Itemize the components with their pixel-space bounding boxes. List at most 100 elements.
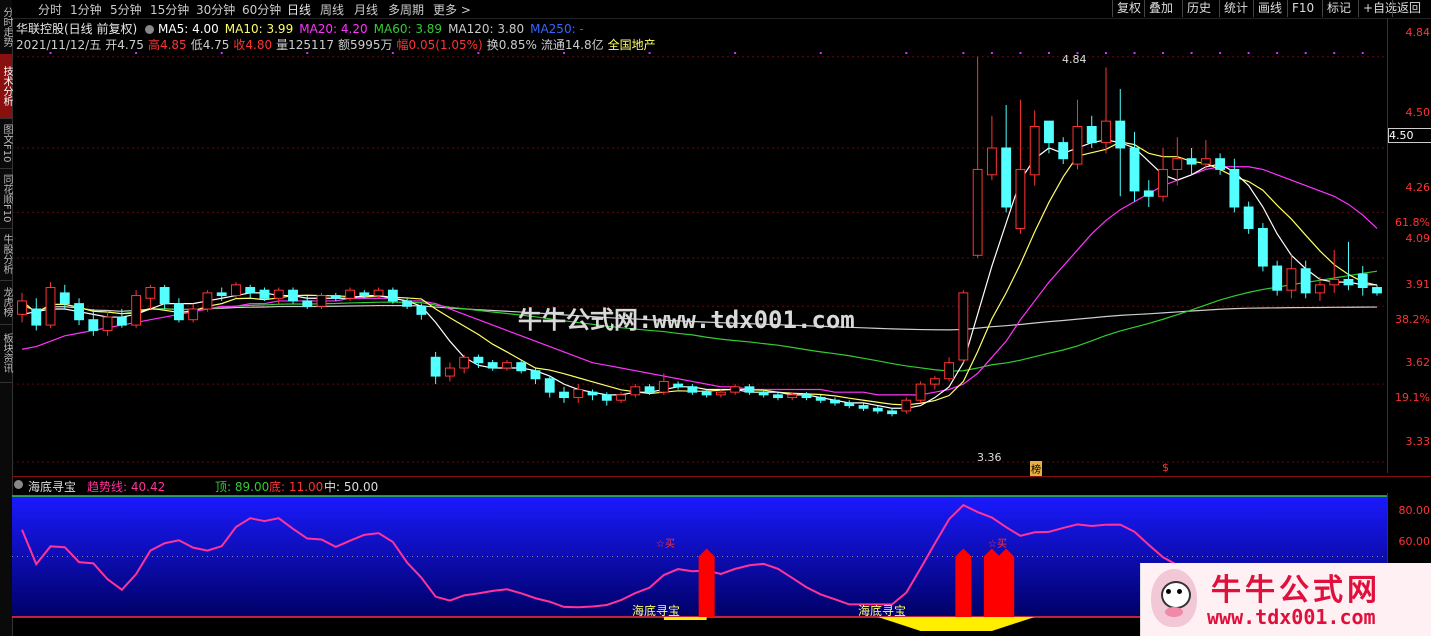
candle-body[interactable] [1101, 120, 1111, 144]
candle-body[interactable] [1001, 147, 1012, 208]
candle-body[interactable] [687, 386, 698, 393]
candle-body[interactable] [901, 399, 912, 412]
candle-body[interactable] [487, 362, 498, 369]
left-tab-6[interactable]: 板块资讯 [0, 324, 12, 383]
left-tab-4[interactable]: 牛股分析 [0, 228, 12, 281]
candle-body[interactable] [345, 289, 355, 299]
period-tab-0[interactable]: 分时 [38, 1, 62, 18]
candle-body[interactable] [587, 391, 598, 396]
candle-body[interactable] [416, 305, 427, 315]
period-tab-6[interactable]: 日线 [287, 1, 311, 18]
toolbar-button-0[interactable]: 复权 [1112, 0, 1145, 17]
candle-body[interactable] [715, 391, 726, 396]
candle-body[interactable] [1143, 190, 1154, 197]
candle-body[interactable] [330, 295, 341, 299]
candle-body[interactable] [145, 287, 156, 299]
candle-body[interactable] [872, 407, 883, 412]
candle-body[interactable] [202, 292, 213, 310]
candle-body[interactable] [31, 308, 42, 326]
candle-body[interactable] [1172, 158, 1183, 170]
candle-body[interactable] [1272, 265, 1283, 291]
candle-body[interactable] [459, 356, 470, 369]
candle-body[interactable] [387, 289, 398, 302]
candle-body[interactable] [273, 289, 284, 299]
toolbar-button-5[interactable]: F10 [1287, 0, 1318, 17]
candle-body[interactable] [1372, 287, 1382, 294]
candle-body[interactable] [815, 397, 826, 401]
candle-body[interactable] [116, 316, 127, 326]
candle-body[interactable] [858, 405, 869, 409]
candle-body[interactable] [231, 284, 241, 297]
candle-body[interactable] [758, 391, 769, 396]
candle-body[interactable] [159, 287, 170, 305]
candle-body[interactable] [1257, 227, 1268, 267]
candle-body[interactable] [844, 402, 855, 407]
period-tab-1[interactable]: 1分钟 [70, 1, 102, 18]
candle-body[interactable] [1086, 126, 1097, 144]
candle-body[interactable] [1072, 126, 1083, 165]
candle-body[interactable] [173, 303, 184, 321]
candle-body[interactable] [701, 391, 712, 396]
candle-body[interactable] [502, 362, 512, 369]
left-tab-5[interactable]: 龙虎榜 [0, 280, 12, 325]
candle-body[interactable] [288, 289, 298, 302]
candle-body[interactable] [1029, 126, 1040, 176]
toolbar-button-6[interactable]: 标记 [1322, 0, 1355, 17]
candle-body[interactable] [1229, 168, 1240, 208]
candle-body[interactable] [17, 300, 27, 315]
candle-body[interactable] [1243, 206, 1254, 229]
indicator-menu-icon[interactable] [14, 480, 23, 489]
candle-body[interactable] [887, 410, 897, 415]
left-tab-0[interactable]: 分时走势 [0, 0, 12, 55]
candlestick-chart[interactable] [12, 18, 1387, 473]
period-tab-8[interactable]: 月线 [354, 1, 378, 18]
candle-body[interactable] [1015, 168, 1026, 229]
candle-body[interactable] [1115, 120, 1126, 149]
candle-body[interactable] [801, 394, 812, 399]
candle-body[interactable] [102, 316, 113, 331]
candle-body[interactable] [302, 300, 313, 307]
period-tab-4[interactable]: 30分钟 [196, 1, 235, 18]
candle-body[interactable] [1215, 158, 1226, 170]
candle-body[interactable] [744, 386, 755, 393]
candle-body[interactable] [59, 292, 70, 305]
candle-body[interactable] [1329, 278, 1340, 286]
candle-body[interactable] [1200, 158, 1211, 165]
candle-body[interactable] [516, 362, 527, 372]
candle-body[interactable] [530, 370, 541, 380]
candle-body[interactable] [1286, 268, 1297, 291]
dollar-badge[interactable]: $ [1162, 461, 1169, 474]
candle-body[interactable] [915, 383, 926, 401]
candle-body[interactable] [359, 292, 370, 297]
candle-body[interactable] [1300, 268, 1311, 294]
toolbar-button-1[interactable]: 叠加 [1144, 0, 1177, 17]
candle-body[interactable] [444, 367, 455, 377]
candle-body[interactable] [601, 394, 612, 401]
candle-body[interactable] [773, 394, 783, 399]
toolbar-button-2[interactable]: 历史 [1182, 0, 1215, 17]
toolbar-button-4[interactable]: 画线 [1253, 0, 1286, 17]
candle-body[interactable] [958, 292, 969, 361]
candle-body[interactable] [573, 388, 584, 399]
candle-body[interactable] [658, 380, 669, 393]
candle-body[interactable] [787, 394, 798, 399]
candle-body[interactable] [216, 292, 227, 297]
left-tab-2[interactable]: 图文F10 [0, 118, 12, 169]
candle-body[interactable] [74, 303, 84, 321]
candle-body[interactable] [1315, 284, 1325, 294]
candle-body[interactable] [430, 356, 441, 377]
candle-body[interactable] [1129, 147, 1140, 192]
candle-body[interactable] [188, 308, 199, 321]
candle-body[interactable] [1044, 120, 1054, 144]
candle-body[interactable] [544, 378, 555, 393]
candle-body[interactable] [730, 386, 741, 393]
period-tab-3[interactable]: 15分钟 [150, 1, 189, 18]
candle-body[interactable] [45, 287, 56, 326]
candle-body[interactable] [1186, 158, 1197, 165]
period-tab-7[interactable]: 周线 [320, 1, 344, 18]
toolbar-button-3[interactable]: 统计 [1219, 0, 1252, 17]
candle-body[interactable] [88, 319, 99, 331]
candle-body[interactable] [259, 289, 270, 299]
candle-body[interactable] [830, 399, 840, 404]
candle-body[interactable] [986, 147, 997, 176]
